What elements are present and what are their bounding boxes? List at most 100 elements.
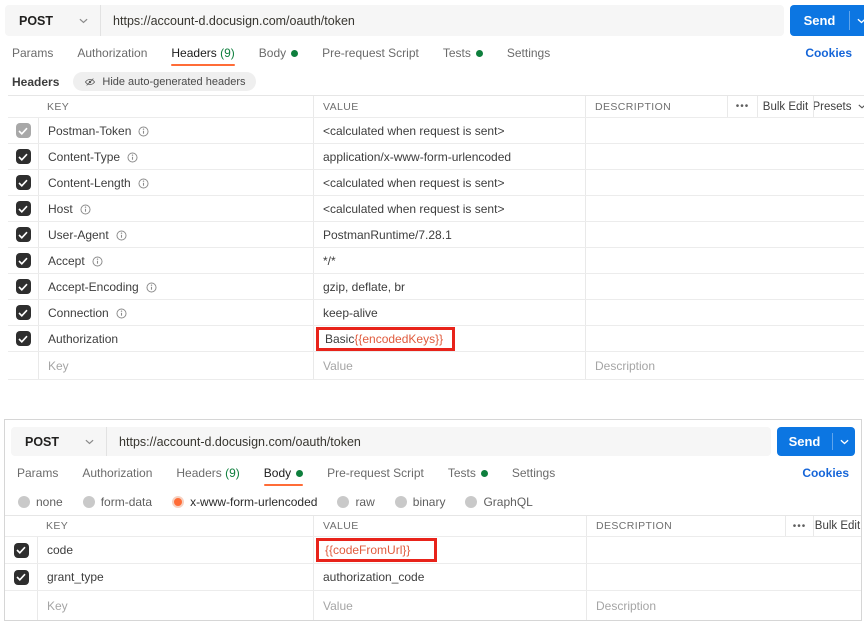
description-cell[interactable] (585, 144, 864, 169)
value-cell[interactable]: <calculated when request is sent> (313, 196, 585, 221)
tab-headers[interactable]: Headers (9) (176, 466, 239, 488)
description-cell[interactable] (585, 274, 864, 299)
key-cell[interactable]: grant_type (37, 564, 313, 590)
row-checkbox[interactable] (14, 570, 29, 585)
value-cell[interactable]: <calculated when request is sent> (313, 118, 585, 143)
hide-autogenerated-toggle[interactable]: Hide auto-generated headers (73, 72, 256, 91)
value-cell[interactable]: keep-alive (313, 300, 585, 325)
radio-icon (337, 496, 349, 508)
row-checkbox[interactable] (16, 201, 31, 216)
tab-tests[interactable]: Tests (448, 466, 488, 488)
tab-prerequest-script[interactable]: Pre-request Script (327, 466, 424, 488)
key-cell[interactable]: Accept (38, 248, 313, 273)
tab-params[interactable]: Params (17, 466, 58, 488)
row-checkbox[interactable] (16, 305, 31, 320)
description-cell[interactable] (585, 196, 864, 221)
key-input[interactable]: Key (38, 352, 313, 379)
presets-dropdown[interactable]: Presets (813, 96, 864, 117)
cookies-link[interactable]: Cookies (802, 466, 849, 488)
row-checkbox[interactable] (16, 175, 31, 190)
tab-params[interactable]: Params (12, 46, 53, 68)
value-cell[interactable]: <calculated when request is sent> (313, 170, 585, 195)
tab-body[interactable]: Body (264, 466, 303, 488)
key-cell[interactable]: Accept-Encoding (38, 274, 313, 299)
more-options-icon[interactable]: ••• (727, 96, 757, 117)
description-cell[interactable] (585, 326, 864, 351)
tab-body[interactable]: Body (259, 46, 298, 68)
url-row: POST https://account-d.docusign.com/oaut… (5, 5, 864, 36)
value-cell[interactable]: application/x-www-form-urlencoded (313, 144, 585, 169)
bulk-edit-button[interactable]: Bulk Edit (813, 516, 861, 536)
tab-settings[interactable]: Settings (507, 46, 550, 68)
row-checkbox[interactable] (16, 227, 31, 242)
more-options-icon[interactable]: ••• (785, 516, 813, 536)
value-cell[interactable]: PostmanRuntime/7.28.1 (313, 222, 585, 247)
key-cell[interactable]: Content-Length (38, 170, 313, 195)
value-cell[interactable]: authorization_code (313, 564, 586, 590)
key-cell[interactable]: Postman-Token (38, 118, 313, 143)
key-cell[interactable]: code (37, 537, 313, 563)
tab-authorization[interactable]: Authorization (77, 46, 147, 68)
request-tabs: Params Authorization Headers (9) Body Pr… (0, 36, 864, 68)
value-cell[interactable]: {{codeFromUrl}} (313, 537, 586, 563)
red-annotation-box: Basic {{encodedKeys}} (316, 327, 455, 351)
url-input[interactable]: https://account-d.docusign.com/oauth/tok… (107, 435, 361, 449)
tab-prerequest-script[interactable]: Pre-request Script (322, 46, 419, 68)
eye-off-icon (84, 76, 96, 88)
description-cell[interactable] (585, 222, 864, 247)
bulk-edit-button[interactable]: Bulk Edit (757, 96, 813, 117)
send-options-chevron-icon[interactable] (850, 18, 864, 24)
description-input[interactable]: Description (585, 352, 864, 379)
row-checkbox[interactable] (16, 331, 31, 346)
row-checkbox[interactable] (16, 149, 31, 164)
method-dropdown[interactable]: POST (11, 427, 107, 456)
value-cell[interactable]: gzip, deflate, br (313, 274, 585, 299)
description-cell[interactable] (585, 118, 864, 143)
description-input[interactable]: Description (586, 591, 861, 620)
row-checkbox[interactable] (14, 543, 29, 558)
send-button[interactable]: Send (790, 5, 864, 36)
value-cell[interactable]: Basic {{encodedKeys}} (313, 326, 585, 351)
table-row: Accept */* (8, 248, 864, 274)
headers-table: KEY VALUE DESCRIPTION ••• Bulk Edit Pres… (8, 95, 864, 380)
key-cell[interactable]: Authorization (38, 326, 313, 351)
value-input[interactable]: Value (313, 352, 585, 379)
body-mode-form-data[interactable]: form-data (83, 495, 152, 509)
method-dropdown[interactable]: POST (5, 5, 101, 36)
body-mode-binary[interactable]: binary (395, 495, 446, 509)
value-cell[interactable]: */* (313, 248, 585, 273)
body-mode-raw[interactable]: raw (337, 495, 374, 509)
value-input[interactable]: Value (313, 591, 586, 620)
radio-selected-icon (172, 496, 184, 508)
key-input[interactable]: Key (37, 591, 313, 620)
body-mode-none[interactable]: none (18, 495, 63, 509)
column-value: VALUE (313, 96, 585, 117)
column-description: DESCRIPTION (585, 96, 727, 117)
tab-tests[interactable]: Tests (443, 46, 483, 68)
key-cell[interactable]: Connection (38, 300, 313, 325)
send-button[interactable]: Send (777, 427, 855, 456)
key-cell[interactable]: User-Agent (38, 222, 313, 247)
send-options-chevron-icon[interactable] (833, 439, 855, 445)
url-bar: POST https://account-d.docusign.com/oaut… (11, 427, 771, 456)
section-title: Headers (12, 75, 59, 89)
cookies-link[interactable]: Cookies (805, 46, 852, 68)
description-cell[interactable] (585, 248, 864, 273)
row-checkbox[interactable] (16, 253, 31, 268)
info-icon (92, 256, 103, 267)
url-input[interactable]: https://account-d.docusign.com/oauth/tok… (101, 14, 355, 28)
body-mode-graphql[interactable]: GraphQL (465, 495, 532, 509)
description-cell[interactable] (585, 170, 864, 195)
description-cell[interactable] (586, 537, 861, 563)
body-mode-urlencoded[interactable]: x-www-form-urlencoded (172, 495, 317, 509)
row-checkbox[interactable] (16, 279, 31, 294)
new-row-placeholder: Key Value Description (5, 591, 861, 620)
description-cell[interactable] (586, 564, 861, 590)
description-cell[interactable] (585, 300, 864, 325)
row-checkbox[interactable] (16, 123, 31, 138)
tab-settings[interactable]: Settings (512, 466, 555, 488)
key-cell[interactable]: Content-Type (38, 144, 313, 169)
key-cell[interactable]: Host (38, 196, 313, 221)
tab-authorization[interactable]: Authorization (82, 466, 152, 488)
tab-headers[interactable]: Headers (9) (171, 46, 234, 68)
